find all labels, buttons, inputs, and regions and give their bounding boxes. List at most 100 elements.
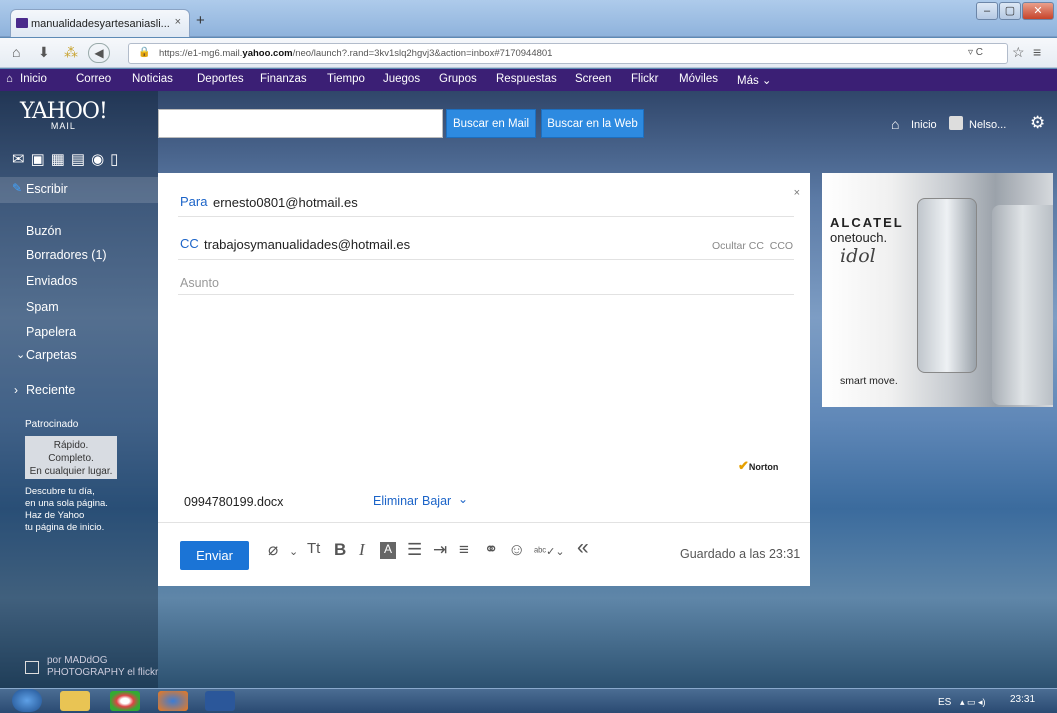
- file-explorer-icon[interactable]: [60, 691, 90, 711]
- chrome-icon[interactable]: [110, 691, 140, 711]
- indent-icon[interactable]: ⇥: [433, 540, 447, 560]
- settings-gear-icon[interactable]: ⚙: [1030, 113, 1045, 133]
- menu-item[interactable]: Noticias: [132, 73, 173, 85]
- yahoo-top-menu: ⌂ Inicio Correo Noticias Deportes Finanz…: [0, 69, 1057, 91]
- homepage-promo[interactable]: Descubre tu día, en una sola página. Haz…: [25, 486, 108, 534]
- text-color-icon[interactable]: A: [380, 542, 396, 559]
- lock-icon: 🔒: [138, 47, 151, 58]
- cc-field[interactable]: trabajosymanualidades@hotmail.es: [204, 237, 410, 252]
- navigation-bar: ⌂ ⬇ ⁂ ◀ https://e1-mg6.mail.yahoo.com/ne…: [0, 38, 1057, 68]
- spellcheck-icon[interactable]: ᵃᵇᶜ✓⌄: [534, 545, 565, 558]
- yahoo-mail-logo[interactable]: YAHOO! MAIL: [20, 99, 108, 131]
- start-button[interactable]: [12, 689, 42, 712]
- tray-icons[interactable]: ▴ ▭ ◂): [960, 697, 986, 708]
- advertisement[interactable]: ALCATEL onetouch. idol smart move.: [822, 173, 1053, 407]
- chevron-right-icon: ›: [14, 383, 18, 397]
- menu-item[interactable]: Móviles: [679, 73, 718, 85]
- divider: [178, 216, 794, 217]
- font-size-icon[interactable]: Tt: [307, 540, 320, 557]
- menu-item[interactable]: Finanzas: [260, 73, 307, 85]
- maximize-button[interactable]: ▢: [999, 2, 1021, 20]
- tab-title: manualidadesyartesaniasli...: [31, 17, 170, 30]
- back-button[interactable]: ◀: [88, 43, 110, 63]
- chevron-down-icon: ⌄: [16, 349, 26, 361]
- compose-button[interactable]: Escribir ✎: [0, 177, 158, 203]
- menu-item[interactable]: Inicio: [20, 73, 47, 85]
- word-icon[interactable]: [205, 691, 235, 711]
- subject-input[interactable]: Asunto: [180, 276, 219, 290]
- promo-line: en una sola página.: [25, 498, 108, 509]
- cc-label: CC: [180, 236, 199, 251]
- chevron-down-icon[interactable]: ⌄: [289, 545, 298, 558]
- phone-image: [917, 198, 977, 373]
- photo-credit[interactable]: por MADdOG PHOTOGRAPHY el flickr: [47, 655, 158, 679]
- search-input[interactable]: [158, 109, 443, 138]
- url-domain: yahoo.com: [242, 48, 293, 59]
- remove-attachment-link[interactable]: Eliminar: [373, 494, 418, 508]
- norton-badge: ✔Norton: [738, 458, 778, 474]
- sponsored-ad[interactable]: Rápido. Completo. En cualquier lugar.: [25, 436, 117, 479]
- emoji-icon[interactable]: ☺: [508, 540, 525, 560]
- menu-icon[interactable]: ≡: [1033, 44, 1041, 60]
- home-icon[interactable]: ⌂: [12, 44, 20, 60]
- sidebar-item-folders[interactable]: Carpetas: [26, 348, 77, 362]
- home-link[interactable]: Inicio: [911, 119, 937, 131]
- sidebar-item-inbox[interactable]: Buzón: [26, 224, 61, 238]
- firefox-icon[interactable]: [158, 691, 188, 711]
- phone-image: [992, 205, 1053, 405]
- divider: [178, 294, 794, 295]
- send-button[interactable]: Enviar: [180, 541, 249, 570]
- menu-item[interactable]: Correo: [76, 73, 111, 85]
- promo-line: tu página de inicio.: [25, 522, 105, 533]
- menu-item[interactable]: Juegos: [383, 73, 420, 85]
- menu-home-icon[interactable]: ⌂: [6, 73, 13, 85]
- sidebar-item-spam[interactable]: Spam: [26, 300, 59, 314]
- tab-close-icon[interactable]: ×: [175, 16, 181, 28]
- bullet-list-icon[interactable]: ☰: [407, 540, 422, 560]
- user-name[interactable]: Nelso...: [969, 119, 1006, 131]
- to-field[interactable]: ernesto0801@hotmail.es: [213, 195, 358, 210]
- close-compose-icon[interactable]: ×: [794, 187, 800, 199]
- home-header-icon[interactable]: ⌂: [891, 116, 899, 132]
- clock[interactable]: 23:31: [1010, 694, 1035, 705]
- menu-item[interactable]: Grupos: [439, 73, 477, 85]
- menu-item[interactable]: Respuestas: [496, 73, 557, 85]
- browser-tab[interactable]: manualidadesyartesaniasli... ×: [10, 9, 190, 37]
- sidebar-item-drafts[interactable]: Borradores (1): [26, 248, 107, 262]
- search-web-button[interactable]: Buscar en la Web: [541, 109, 644, 138]
- collapse-toolbar-icon[interactable]: «: [577, 536, 589, 560]
- chevron-down-icon[interactable]: ⌄: [458, 492, 468, 506]
- sidebar-item-recent[interactable]: Reciente: [26, 383, 75, 397]
- user-avatar[interactable]: [949, 116, 963, 130]
- photo-icon: [25, 661, 39, 674]
- compose-label: Escribir: [26, 182, 68, 196]
- menu-item[interactable]: Más ⌄: [737, 73, 772, 87]
- new-tab-button[interactable]: +: [196, 12, 205, 29]
- search-mail-button[interactable]: Buscar en Mail: [446, 109, 536, 138]
- download-icon[interactable]: ⬇: [38, 44, 50, 61]
- download-attachment-link[interactable]: Bajar: [422, 494, 451, 508]
- app-icons-row[interactable]: ✉▣▦▤◉▯: [12, 150, 124, 168]
- minimize-button[interactable]: –: [976, 2, 998, 20]
- sidebar-item-trash[interactable]: Papelera: [26, 325, 76, 339]
- bookmark-star-icon[interactable]: ☆: [1012, 44, 1025, 61]
- address-bar[interactable]: https://e1-mg6.mail.yahoo.com/neo/launch…: [128, 43, 1008, 64]
- attach-icon[interactable]: ⌀: [268, 540, 278, 560]
- reload-icon[interactable]: ▿ C: [968, 47, 983, 58]
- url-path: /neo/launch?.rand=3kv1slq2hgvj3&action=i…: [292, 48, 553, 59]
- apps-icon[interactable]: ⁂: [64, 44, 78, 61]
- close-window-button[interactable]: ✕: [1022, 2, 1054, 20]
- align-icon[interactable]: ≡: [459, 540, 469, 560]
- italic-icon[interactable]: I: [359, 540, 365, 560]
- ad-line: Completo.: [48, 453, 94, 464]
- sidebar-item-sent[interactable]: Enviados: [26, 274, 77, 288]
- message-body[interactable]: [178, 297, 794, 457]
- menu-item[interactable]: Tiempo: [327, 73, 365, 85]
- menu-item[interactable]: Deportes: [197, 73, 244, 85]
- link-icon[interactable]: ⚭: [484, 540, 498, 560]
- menu-item[interactable]: Flickr: [631, 73, 658, 85]
- menu-item[interactable]: Screen: [575, 73, 611, 85]
- cc-actions[interactable]: Ocultar CC CCO: [712, 240, 793, 252]
- bold-icon[interactable]: B: [334, 540, 346, 560]
- language-indicator[interactable]: ES: [938, 697, 951, 708]
